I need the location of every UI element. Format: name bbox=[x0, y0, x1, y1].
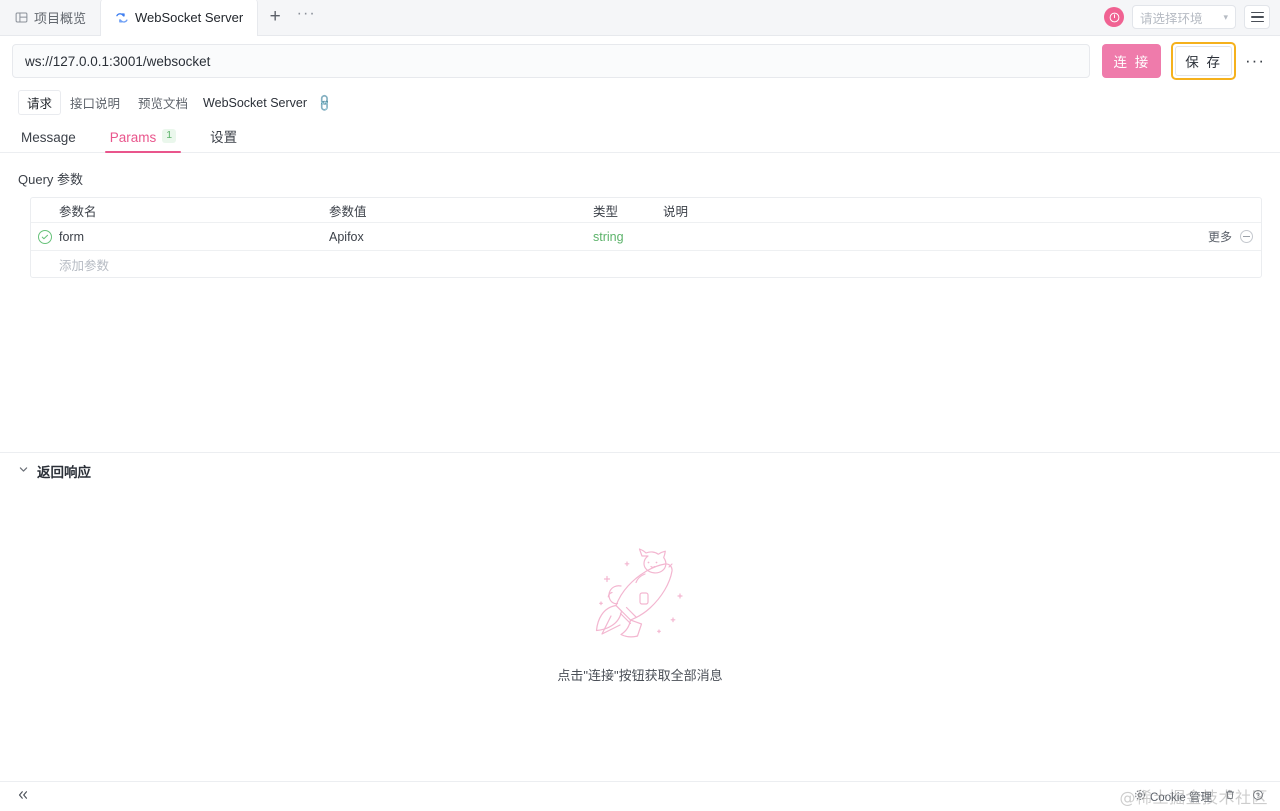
row-enabled-checkbox[interactable] bbox=[31, 229, 59, 244]
tab-label: 设置 bbox=[210, 129, 238, 145]
query-params-title: Query 参数 bbox=[18, 172, 84, 187]
cookie-manager-button[interactable]: Cookie 管理 bbox=[1134, 789, 1212, 805]
cell-param-name[interactable]: form bbox=[59, 230, 329, 244]
header-param-name: 参数名 bbox=[59, 204, 97, 219]
api-name-label: WebSocket Server bbox=[203, 95, 308, 110]
chevron-down-icon: ▾ bbox=[1223, 11, 1228, 22]
help-button[interactable] bbox=[1252, 789, 1268, 804]
segment-request[interactable]: 请求 bbox=[18, 90, 62, 115]
help-circle-icon bbox=[1252, 789, 1264, 804]
table-row[interactable]: form Apifox string 更多 bbox=[31, 223, 1261, 251]
double-chevron-left-icon[interactable] bbox=[16, 789, 30, 804]
cookie-manager-label: Cookie 管理 bbox=[1150, 791, 1212, 804]
request-tabs: Message Params 1 设置 bbox=[0, 121, 1280, 153]
request-content: Query 参数 参数名 参数值 类型 说明 form Apifox strin… bbox=[0, 153, 1280, 781]
url-input[interactable]: ws://127.0.0.1:3001/websocket bbox=[12, 44, 1091, 78]
tab-overflow-button[interactable]: ··· bbox=[292, 0, 320, 35]
link-icon[interactable]: 🔗 bbox=[314, 92, 334, 112]
response-empty-text: 点击"连接"按钮获取全部消息 bbox=[557, 667, 723, 683]
request-view-switcher: 请求 接口说明 预览文档 WebSocket Server 🔗 bbox=[0, 86, 1280, 121]
trash-icon bbox=[1224, 789, 1236, 804]
environment-selector[interactable]: 请选择环境 ▾ bbox=[1132, 5, 1236, 29]
apifox-window: 项目概览 WebSocket Server + ··· 请选择环境 ▾ ws:/… bbox=[0, 0, 1280, 811]
tab-project-overview[interactable]: 项目概览 bbox=[0, 0, 100, 35]
websocket-icon bbox=[115, 11, 129, 25]
window-tab-strip: 项目概览 WebSocket Server + ··· 请选择环境 ▾ bbox=[0, 0, 1280, 36]
tab-label: Params bbox=[109, 129, 157, 145]
cat-rocket-illustration bbox=[585, 546, 695, 651]
segment-interface-doc[interactable]: 接口说明 bbox=[61, 90, 129, 115]
tab-params[interactable]: Params 1 bbox=[104, 129, 182, 153]
tab-label: WebSocket Server bbox=[135, 10, 244, 25]
header-param-desc: 说明 bbox=[663, 204, 689, 219]
response-empty-state: 点击"连接"按钮获取全部消息 bbox=[0, 488, 1280, 781]
response-section: 返回响应 点击"连接"按钮获取全部消息 bbox=[0, 452, 1280, 781]
status-bar: Cookie 管理 @稀土掘金技术社区 bbox=[0, 781, 1280, 811]
response-header[interactable]: 返回响应 bbox=[0, 452, 1280, 488]
gear-icon bbox=[1134, 789, 1146, 804]
hamburger-menu-icon[interactable] bbox=[1244, 5, 1270, 29]
add-param-placeholder[interactable]: 添加参数 bbox=[59, 255, 329, 274]
save-button-highlight: 保 存 bbox=[1171, 42, 1236, 80]
save-button[interactable]: 保 存 bbox=[1175, 46, 1232, 76]
cell-param-type[interactable]: string bbox=[593, 230, 663, 244]
environment-placeholder: 请选择环境 bbox=[1140, 11, 1203, 26]
params-count-badge: 1 bbox=[162, 129, 177, 143]
tab-list: 项目概览 WebSocket Server + ··· bbox=[0, 0, 320, 36]
response-title: 返回响应 bbox=[37, 464, 91, 480]
layout-icon bbox=[14, 10, 28, 24]
query-params-table: 参数名 参数值 类型 说明 form Apifox string 更多 添加参数 bbox=[30, 197, 1262, 278]
connect-button[interactable]: 连 接 bbox=[1102, 44, 1162, 78]
header-param-type: 类型 bbox=[593, 204, 619, 219]
sync-status-icon[interactable] bbox=[1104, 7, 1124, 27]
tab-label: Message bbox=[21, 129, 76, 145]
add-param-row[interactable]: 添加参数 bbox=[31, 251, 1261, 277]
table-header-row: 参数名 参数值 类型 说明 bbox=[31, 198, 1261, 223]
remove-circle-icon[interactable] bbox=[1240, 230, 1253, 243]
trash-button[interactable] bbox=[1224, 789, 1240, 804]
row-more-button[interactable]: 更多 bbox=[1208, 228, 1232, 245]
header-param-value: 参数值 bbox=[329, 204, 367, 219]
check-circle-icon bbox=[38, 229, 52, 244]
new-tab-button[interactable]: + bbox=[258, 0, 292, 35]
cell-param-value[interactable]: Apifox bbox=[329, 230, 593, 244]
status-bar-actions: Cookie 管理 bbox=[1134, 789, 1268, 805]
url-more-button[interactable]: ··· bbox=[1242, 44, 1268, 78]
segment-preview-doc[interactable]: 预览文档 bbox=[129, 90, 197, 115]
tab-settings[interactable]: 设置 bbox=[207, 129, 240, 153]
tabstrip-actions: 请选择环境 ▾ bbox=[1104, 0, 1280, 35]
tab-label: 项目概览 bbox=[34, 10, 87, 26]
tab-websocket-server[interactable]: WebSocket Server bbox=[100, 0, 259, 36]
row-actions: 更多 bbox=[1191, 228, 1261, 245]
url-bar: ws://127.0.0.1:3001/websocket 连 接 保 存 ··… bbox=[0, 36, 1280, 86]
chevron-down-icon[interactable] bbox=[18, 464, 29, 478]
tab-message[interactable]: Message bbox=[18, 129, 79, 153]
